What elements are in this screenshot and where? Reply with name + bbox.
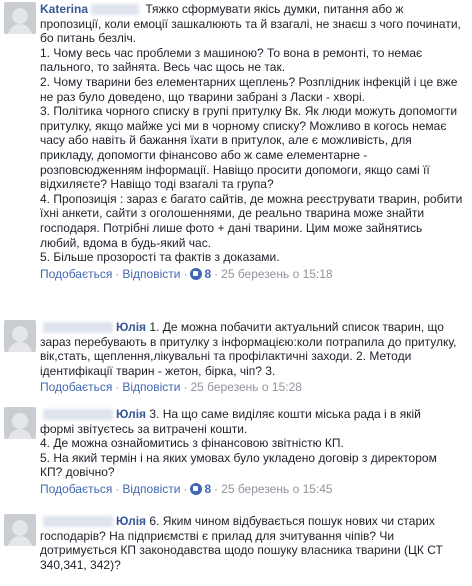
like-icon[interactable] (190, 482, 203, 495)
redacted-name (43, 516, 113, 528)
like-count[interactable]: 8 (204, 267, 211, 281)
comment-text-line: Katerina Тяжко сформувати якісь думки, п… (40, 2, 466, 17)
like-count[interactable]: 8 (204, 482, 211, 496)
comment-text-line: Юлія 3. На що саме виділяє кошти міська … (40, 407, 466, 422)
comment-text-line: 5. Більше прозорості та фактів з доказам… (40, 250, 280, 265)
comment-author[interactable]: Юлія (116, 407, 146, 421)
comment-author[interactable]: Юлія (116, 514, 146, 528)
comment-text-line: притулку, якщо майже усі ми в чорному сп… (40, 118, 447, 133)
comment-text-line: 2. Чому тварини без елементарних щеплень… (40, 74, 458, 89)
redacted-name (43, 322, 113, 334)
comment-text-line: ідентифікації тварин - жетон, бірка, чіп… (40, 363, 276, 378)
comment-text-line: пропозиції, коли емоції зашкалюють та й … (40, 16, 461, 31)
comment-text-line: господаря. Потрібні лише фото + дані тва… (40, 220, 423, 235)
comment-text-line: прикладу, допомогти фінансово або ж саме… (40, 147, 368, 162)
comments-feed: Katerina Тяжко сформувати якісь думки, п… (0, 0, 472, 586)
comment-text-line: розповсюдженням інформації. Навіщо проси… (40, 162, 430, 177)
comment-text-line: дотримується КП законодавства щодо пошук… (40, 543, 443, 558)
avatar[interactable] (4, 514, 36, 546)
timestamp[interactable]: 25 березень о 15:18 (221, 267, 332, 281)
comment-text: 3. На що саме виділяє кошти міська рада … (149, 407, 421, 421)
comment-text-line: пального, то зайнята. Весь час щось не т… (40, 60, 286, 75)
avatar[interactable] (4, 407, 36, 439)
comment-text: 1. Де можна побачити актуальний список т… (149, 320, 444, 334)
like-link[interactable]: Подобається (40, 380, 112, 394)
comment-text-line: Юлія 1. Де можна побачити актуальний спи… (40, 320, 466, 335)
timestamp[interactable]: 25 березень о 15:45 (221, 482, 332, 496)
comment-text-line: 340,341, 342)? (40, 557, 121, 572)
comment-text-line: Юлія 6. Яким чином відбувається пошук но… (40, 514, 466, 529)
comment-actions: Подобається · Відповісти · 8 · 25 березень о 1… (40, 481, 333, 496)
comment-text-line: 3. Політика чорного списку в групі приту… (40, 104, 458, 119)
comment-author[interactable]: Katerina (40, 2, 88, 16)
comment-text-line: 4. Пропозиція : зараз є багато сайтів, д… (40, 191, 463, 206)
comment-text-line: не раз було доведено, що тварини забрані… (40, 89, 365, 104)
comment-text: Тяжко сформувати якісь думки, питання аб… (145, 2, 404, 16)
avatar[interactable] (4, 320, 36, 352)
comment-text-line: зараз перебувають в притулку з інформаці… (40, 334, 457, 349)
comment-actions: Подобається · Відповісти · 8 · 25 березень о 1… (40, 266, 333, 281)
like-link[interactable]: Подобається (40, 482, 112, 496)
avatar[interactable] (4, 2, 36, 34)
comment-author[interactable]: Юлія (116, 320, 146, 334)
timestamp[interactable]: 25 березень о 15:28 (190, 380, 301, 394)
comment-text-line: любий, вдома в будь-який час. (40, 235, 212, 250)
comment-text-line: КП? довічно? (40, 465, 115, 480)
reply-link[interactable]: Відповісти (122, 482, 180, 496)
like-link[interactable]: Подобається (40, 267, 112, 281)
comment-actions: Подобається · Відповісти · 25 березень о 15:… (40, 380, 302, 395)
comment-text-line: бо питань безліч. (40, 31, 137, 46)
reply-link[interactable]: Відповісти (122, 267, 180, 281)
comment-text-line: вік,стать, щеплення,лікувальні та профіл… (40, 349, 412, 364)
comment-text-line: господарів? На підприємстві є прилад для… (40, 528, 395, 543)
comment-text-line: 1. Чому весь час проблеми з машиною? То … (40, 45, 423, 60)
comment-text-line: 4. Де можна ознайомитись з фінансовою зв… (40, 436, 344, 451)
reply-link[interactable]: Відповісти (122, 380, 180, 394)
redacted-name (91, 4, 140, 16)
comment-text-line: відхиляєте? Навіщо тоді взагалі та група… (40, 177, 274, 192)
comment-text-line: їхні анкети, сайти з оголошеннями, де ре… (40, 206, 425, 221)
comment-text: 6. Яким чином відбувається пошук нових ч… (149, 514, 435, 528)
comment-text-line: часу або навіть й бажання їхати в притул… (40, 133, 412, 148)
comment-text-line: формі звітуєтесь за витрачені кошти. (40, 421, 248, 436)
like-icon[interactable] (190, 267, 203, 280)
comment-text-line: 5. На який термін і на яких умовах було … (40, 450, 437, 465)
redacted-name (43, 409, 113, 421)
